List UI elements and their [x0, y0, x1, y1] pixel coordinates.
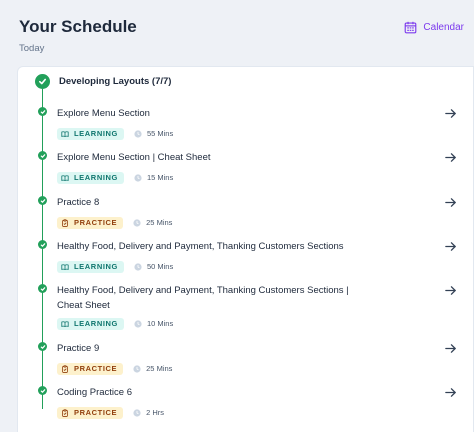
arrow-right-icon[interactable] [444, 342, 457, 355]
practice-badge: PRACTICE [57, 362, 124, 375]
badge-label: PRACTICE [74, 364, 118, 373]
completed-dot-icon [38, 151, 47, 160]
item-meta: LEARNING 15 Mins [57, 171, 173, 184]
learning-badge: LEARNING [57, 171, 124, 184]
clipboard-icon [62, 218, 68, 227]
clock-icon [133, 364, 141, 373]
badge-label: LEARNING [74, 319, 118, 328]
clipboard-icon [62, 364, 68, 373]
schedule-item[interactable]: Explore Menu Section LEARNING 55 Mins [18, 105, 474, 145]
practice-badge: PRACTICE [57, 406, 124, 419]
completed-dot-icon [38, 386, 47, 395]
item-title[interactable]: Explore Menu Section [57, 106, 367, 121]
clipboard-icon [62, 408, 68, 417]
clock-icon [133, 218, 141, 227]
clock-icon [134, 129, 142, 138]
item-title[interactable]: Explore Menu Section | Cheat Sheet [57, 150, 367, 165]
arrow-right-icon[interactable] [444, 240, 457, 253]
practice-badge: PRACTICE [57, 216, 124, 229]
item-title[interactable]: Practice 8 [57, 195, 367, 210]
book-icon [61, 263, 69, 270]
schedule-item[interactable]: Practice 8 PRACTICE 25 Mins [18, 194, 474, 234]
item-meta: LEARNING 55 Mins [57, 127, 173, 140]
completed-dot-icon [38, 342, 47, 351]
learning-badge: LEARNING [57, 127, 124, 140]
item-title[interactable]: Healthy Food, Delivery and Payment, Than… [57, 239, 367, 254]
duration-label: 25 Mins [146, 364, 173, 373]
clock-icon [134, 319, 142, 328]
clock-icon [133, 408, 141, 417]
arrow-right-icon[interactable] [444, 284, 457, 297]
book-icon [61, 130, 69, 137]
completed-dot-icon [38, 107, 47, 116]
duration-label: 50 Mins [146, 262, 174, 271]
group-header[interactable]: Developing Layouts (7/7) [35, 74, 171, 89]
learning-badge: LEARNING [57, 317, 124, 330]
calendar-icon [405, 21, 417, 34]
group-title: Developing Layouts (7/7) [59, 76, 172, 87]
schedule-item[interactable]: Explore Menu Section | Cheat Sheet LEARN… [18, 149, 474, 189]
completed-dot-icon [38, 240, 47, 249]
clock-icon [134, 173, 142, 182]
page-title: Your Schedule [19, 17, 137, 36]
schedule-item[interactable]: Coding Practice 6 PRACTICE 2 Hrs [18, 384, 474, 424]
schedule-header: Your Schedule Calendar [19, 15, 464, 55]
date-label: Today [19, 43, 45, 54]
duration-label: 25 Mins [146, 218, 173, 227]
item-meta: PRACTICE 25 Mins [57, 216, 172, 229]
arrow-right-icon[interactable] [444, 196, 457, 209]
clock-icon [134, 262, 142, 271]
book-icon [61, 174, 69, 181]
arrow-right-icon[interactable] [444, 107, 457, 120]
duration-label: 2 Hrs [146, 408, 165, 417]
schedule-card: Developing Layouts (7/7) Explore Menu Se… [17, 66, 474, 432]
badge-label: PRACTICE [74, 408, 118, 417]
badge-label: LEARNING [74, 129, 118, 138]
book-icon [61, 320, 69, 327]
item-title[interactable]: Healthy Food, Delivery and Payment, Than… [57, 283, 367, 313]
schedule-item[interactable]: Healthy Food, Delivery and Payment, Than… [18, 282, 474, 338]
item-meta: LEARNING 50 Mins [57, 260, 173, 273]
calendar-link[interactable]: Calendar [404, 21, 464, 34]
schedule-item[interactable]: Healthy Food, Delivery and Payment, Than… [18, 238, 474, 278]
badge-label: LEARNING [74, 173, 118, 182]
completed-check-icon [35, 74, 50, 89]
duration-label: 15 Mins [146, 173, 174, 182]
item-meta: PRACTICE 25 Mins [57, 362, 172, 375]
arrow-right-icon[interactable] [444, 151, 457, 164]
badge-label: LEARNING [74, 262, 118, 271]
calendar-label: Calendar [423, 22, 464, 33]
badge-label: PRACTICE [74, 218, 118, 227]
item-title[interactable]: Coding Practice 6 [57, 385, 367, 400]
schedule-item[interactable]: Practice 9 PRACTICE 25 Mins [18, 340, 474, 380]
duration-label: 55 Mins [146, 129, 174, 138]
duration-label: 10 Mins [146, 319, 174, 328]
item-title[interactable]: Practice 9 [57, 341, 367, 356]
item-meta: PRACTICE 2 Hrs [57, 406, 164, 419]
completed-dot-icon [38, 284, 47, 293]
arrow-right-icon[interactable] [444, 386, 457, 399]
item-meta: LEARNING 10 Mins [57, 317, 173, 330]
completed-dot-icon [38, 196, 47, 205]
learning-badge: LEARNING [57, 260, 124, 273]
